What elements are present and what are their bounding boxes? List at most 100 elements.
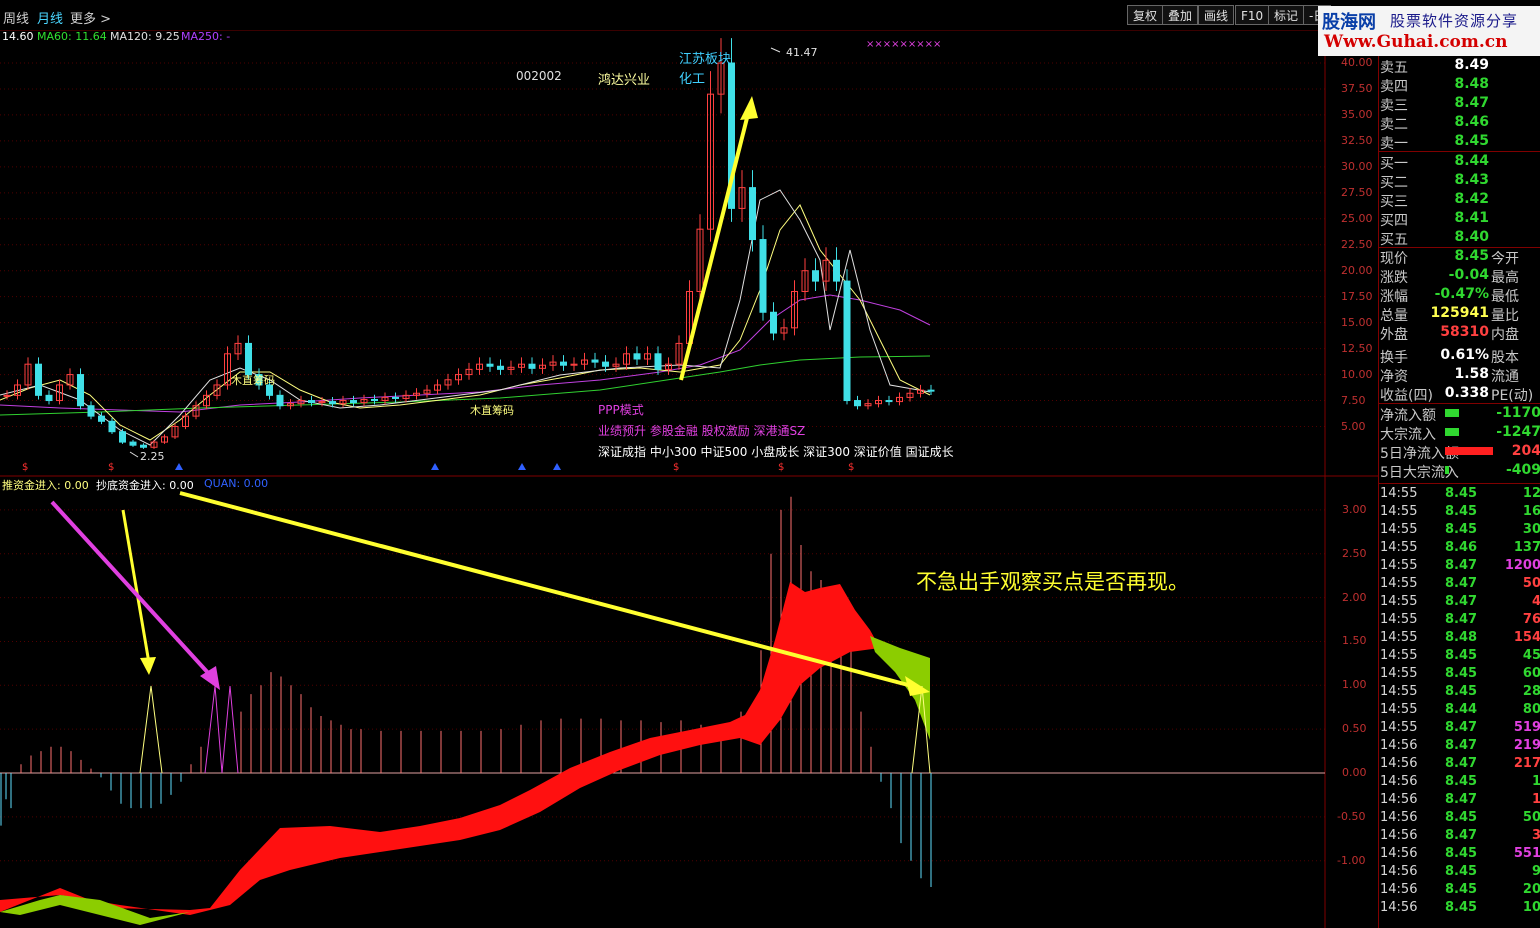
tick-time: 14:55 bbox=[1380, 558, 1418, 573]
row-value: 8.43 bbox=[1454, 172, 1489, 188]
price-tick: 5.00 bbox=[1341, 419, 1366, 433]
price-tick: 22.50 bbox=[1341, 237, 1373, 251]
price-tick: 35.00 bbox=[1341, 107, 1373, 121]
tick-row: 14:55 8.47 4 bbox=[1379, 594, 1540, 612]
candle-body bbox=[129, 441, 137, 446]
tick-price: 8.45 bbox=[1445, 486, 1478, 501]
tick-time: 14:55 bbox=[1380, 504, 1418, 519]
indices-label: 深证成指 中小300 中证500 小盘成长 深证300 深证价值 国证成长 bbox=[598, 445, 954, 459]
candlesticks bbox=[3, 38, 935, 449]
indicator-tick: 1.00 bbox=[1342, 678, 1367, 692]
tick-row: 14:56 8.47 1 bbox=[1379, 792, 1540, 810]
row-extra-label: 流通 bbox=[1491, 369, 1519, 385]
tick-volume: 1200 bbox=[1504, 558, 1540, 573]
tick-price: 8.47 bbox=[1445, 828, 1478, 843]
tick-price: 8.48 bbox=[1445, 630, 1478, 645]
tick-price: 8.45 bbox=[1445, 882, 1478, 897]
tick-time: 14:55 bbox=[1380, 576, 1418, 591]
flow-label: 大宗流入 bbox=[1380, 427, 1436, 443]
row-extra-label: 股本 bbox=[1491, 350, 1519, 366]
candle-body bbox=[3, 394, 11, 397]
divider bbox=[1379, 483, 1540, 484]
tick-row: 14:56 8.45 9 bbox=[1379, 864, 1540, 882]
tick-time: 14:56 bbox=[1380, 846, 1418, 861]
row-extra-label: PE(动) bbox=[1491, 388, 1534, 404]
price-tick: 40.00 bbox=[1341, 56, 1373, 69]
kline-chart[interactable]: $ $ $ $ $ bbox=[0, 0, 1378, 928]
tick-time: 14:55 bbox=[1380, 666, 1418, 681]
stock-name: 鸿达兴业 bbox=[598, 73, 651, 88]
tick-price: 8.47 bbox=[1445, 756, 1478, 771]
tick-time: 14:55 bbox=[1380, 648, 1418, 663]
buy-level: 买三 8.42 bbox=[1379, 191, 1540, 210]
flow-row: 净流入额 -1170 bbox=[1379, 405, 1540, 424]
candle-body bbox=[108, 420, 116, 433]
tick-volume: 50 bbox=[1522, 576, 1540, 591]
row-label: 买四 bbox=[1380, 213, 1408, 229]
flow-label: 净流入额 bbox=[1380, 408, 1436, 424]
tick-time: 14:55 bbox=[1380, 720, 1418, 735]
candle-body bbox=[833, 259, 840, 282]
tick-row: 14:55 8.45 60 bbox=[1379, 666, 1540, 684]
tick-price: 8.45 bbox=[1445, 864, 1478, 879]
flow-bar bbox=[1445, 409, 1459, 417]
row-value: 8.47 bbox=[1454, 95, 1489, 111]
stock-board: 江苏板块 bbox=[679, 52, 732, 67]
low-value: 2.25 bbox=[140, 450, 165, 463]
indicator-tick: 0.00 bbox=[1342, 766, 1367, 779]
price-tick: 27.50 bbox=[1341, 185, 1373, 199]
candle-body bbox=[854, 400, 861, 407]
flow-row: 5日大宗流入 -409 bbox=[1379, 462, 1540, 481]
row-value: 8.45 bbox=[1454, 133, 1489, 149]
rise-arrow-head bbox=[740, 96, 758, 120]
tick-time: 14:55 bbox=[1380, 486, 1418, 501]
tick-volume: 154 bbox=[1513, 630, 1540, 645]
tick-price: 8.47 bbox=[1445, 738, 1478, 753]
indicator-tick: 2.00 bbox=[1342, 590, 1367, 604]
candle-body bbox=[140, 444, 147, 448]
flow-bar bbox=[1445, 447, 1493, 455]
tick-row: 14:56 8.47 3 bbox=[1379, 828, 1540, 846]
tick-time: 14:56 bbox=[1380, 810, 1418, 825]
flow-value: -1170 bbox=[1496, 405, 1540, 421]
tick-row: 14:55 8.47 1200 bbox=[1379, 558, 1540, 576]
logo-slogan: 股票软件资源分享 bbox=[1390, 12, 1519, 30]
row-label: 卖四 bbox=[1380, 79, 1408, 95]
price-tick: 10.00 bbox=[1341, 367, 1373, 381]
sell-level: 卖三 8.47 bbox=[1379, 95, 1540, 114]
tick-price: 8.47 bbox=[1445, 558, 1478, 573]
candle-body bbox=[843, 280, 851, 402]
row-value: 8.42 bbox=[1454, 191, 1489, 207]
row-label: 买三 bbox=[1380, 194, 1408, 210]
tick-row: 14:56 8.45 1 bbox=[1379, 774, 1540, 792]
quote-row: 外盘 58310 内盘 bbox=[1379, 324, 1540, 343]
price-tick: 20.00 bbox=[1341, 263, 1373, 277]
concepts-label: 业绩预升 参股金融 股权激励 深港通SZ bbox=[598, 424, 806, 438]
svg-text:$: $ bbox=[848, 462, 854, 473]
tick-volume: 10 bbox=[1522, 900, 1540, 915]
signal-arrows bbox=[175, 463, 561, 470]
price-tick: 25.00 bbox=[1341, 211, 1373, 225]
candle-body bbox=[497, 365, 504, 370]
sell-level: 卖四 8.48 bbox=[1379, 76, 1540, 95]
quote-row: 涨跌 -0.04 最高 bbox=[1379, 267, 1540, 286]
high-marker bbox=[770, 47, 781, 53]
tick-price: 8.47 bbox=[1445, 720, 1478, 735]
row-value: 8.46 bbox=[1454, 114, 1489, 130]
tick-price: 8.44 bbox=[1445, 702, 1478, 717]
tick-row: 14:56 8.45 50 bbox=[1379, 810, 1540, 828]
chip-label-b: 木直筹码 bbox=[470, 404, 514, 417]
buy-level: 买五 8.40 bbox=[1379, 229, 1540, 248]
quote-row: 换手 0.61% 股本 bbox=[1379, 347, 1540, 366]
row-value: 58310 bbox=[1440, 324, 1489, 340]
tick-time: 14:56 bbox=[1380, 792, 1418, 807]
tick-volume: 76 bbox=[1522, 612, 1540, 627]
row-label: 买五 bbox=[1380, 232, 1408, 248]
candle-body bbox=[245, 342, 252, 376]
row-label: 卖二 bbox=[1380, 117, 1408, 133]
tick-volume: 20 bbox=[1522, 882, 1540, 897]
tick-time: 14:56 bbox=[1380, 882, 1418, 897]
tick-volume: 219 bbox=[1513, 738, 1540, 753]
tick-price: 8.47 bbox=[1445, 594, 1478, 609]
row-label: 买二 bbox=[1380, 175, 1408, 191]
